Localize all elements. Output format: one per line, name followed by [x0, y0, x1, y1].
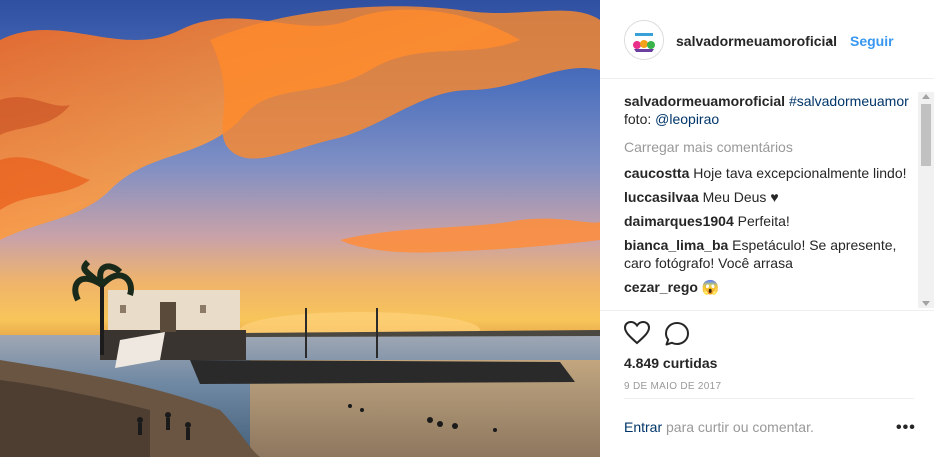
sunset-fort-image	[0, 6, 600, 457]
comment-username[interactable]: caucostta	[624, 165, 689, 181]
comment-text: 😱	[701, 279, 720, 295]
likes-count[interactable]: 4.849 curtidas	[624, 355, 717, 371]
comment-item: luccasilvaa Meu Deus ♥	[624, 188, 914, 206]
comment-footer: Entrar para curtir ou comentar. •••	[624, 398, 916, 457]
comment-text: Perfeita!	[737, 213, 790, 229]
comment-bubble-icon[interactable]	[664, 321, 690, 347]
scroll-down-arrow-icon[interactable]	[922, 301, 930, 306]
hashtag-link[interactable]: #salvadormeuamor	[789, 93, 909, 109]
login-prompt: Entrar para curtir ou comentar.	[624, 419, 814, 435]
more-options-icon[interactable]: •••	[896, 419, 916, 437]
avatar[interactable]	[624, 20, 664, 60]
comment-text: Hoje tava excepcionalmente lindo!	[693, 165, 907, 181]
comment-item: cezar_rego 😱	[624, 278, 914, 296]
heart-icon[interactable]	[624, 321, 650, 345]
caption-text: foto:	[624, 111, 652, 127]
post-username[interactable]: salvadormeuamoroficial	[676, 33, 837, 49]
scroll-up-arrow-icon[interactable]	[922, 94, 930, 99]
logo-icon	[625, 21, 663, 59]
comment-item: caucostta Hoje tava excepcionalmente lin…	[624, 164, 914, 182]
comments-scrollbar[interactable]	[918, 92, 934, 308]
comment-item: bianca_lima_ba Espetáculo! Se apresente,…	[624, 236, 914, 272]
comments-list: salvadormeuamoroficial #salvadormeuamor …	[624, 92, 914, 308]
comment-text: Meu Deus ♥	[702, 189, 779, 205]
comment-username[interactable]: luccasilvaa	[624, 189, 699, 205]
post-details-panel: salvadormeuamoroficial • Seguir salvador…	[600, 0, 934, 457]
login-suffix: para curtir ou comentar.	[662, 419, 814, 435]
post-photo[interactable]	[0, 0, 600, 457]
mention-link[interactable]: @leopirao	[655, 111, 719, 127]
comment-item: daimarques1904 Perfeita!	[624, 212, 914, 230]
post-header: salvadormeuamoroficial • Seguir	[600, 0, 934, 79]
follow-button[interactable]: Seguir	[850, 33, 894, 49]
load-more-comments-button[interactable]: Carregar mais comentários	[624, 138, 914, 156]
comment-username[interactable]: daimarques1904	[624, 213, 734, 229]
post-actions: 4.849 curtidas 9 DE MAIO DE 2017	[600, 310, 934, 411]
comment-username[interactable]: cezar_rego	[624, 279, 698, 295]
post-date[interactable]: 9 DE MAIO DE 2017	[624, 381, 721, 392]
scroll-thumb[interactable]	[921, 104, 931, 166]
separator-dot: •	[828, 33, 833, 49]
caption: salvadormeuamoroficial #salvadormeuamor …	[624, 92, 914, 128]
caption-username[interactable]: salvadormeuamoroficial	[624, 93, 785, 109]
login-link[interactable]: Entrar	[624, 419, 662, 435]
comment-username[interactable]: bianca_lima_ba	[624, 237, 728, 253]
